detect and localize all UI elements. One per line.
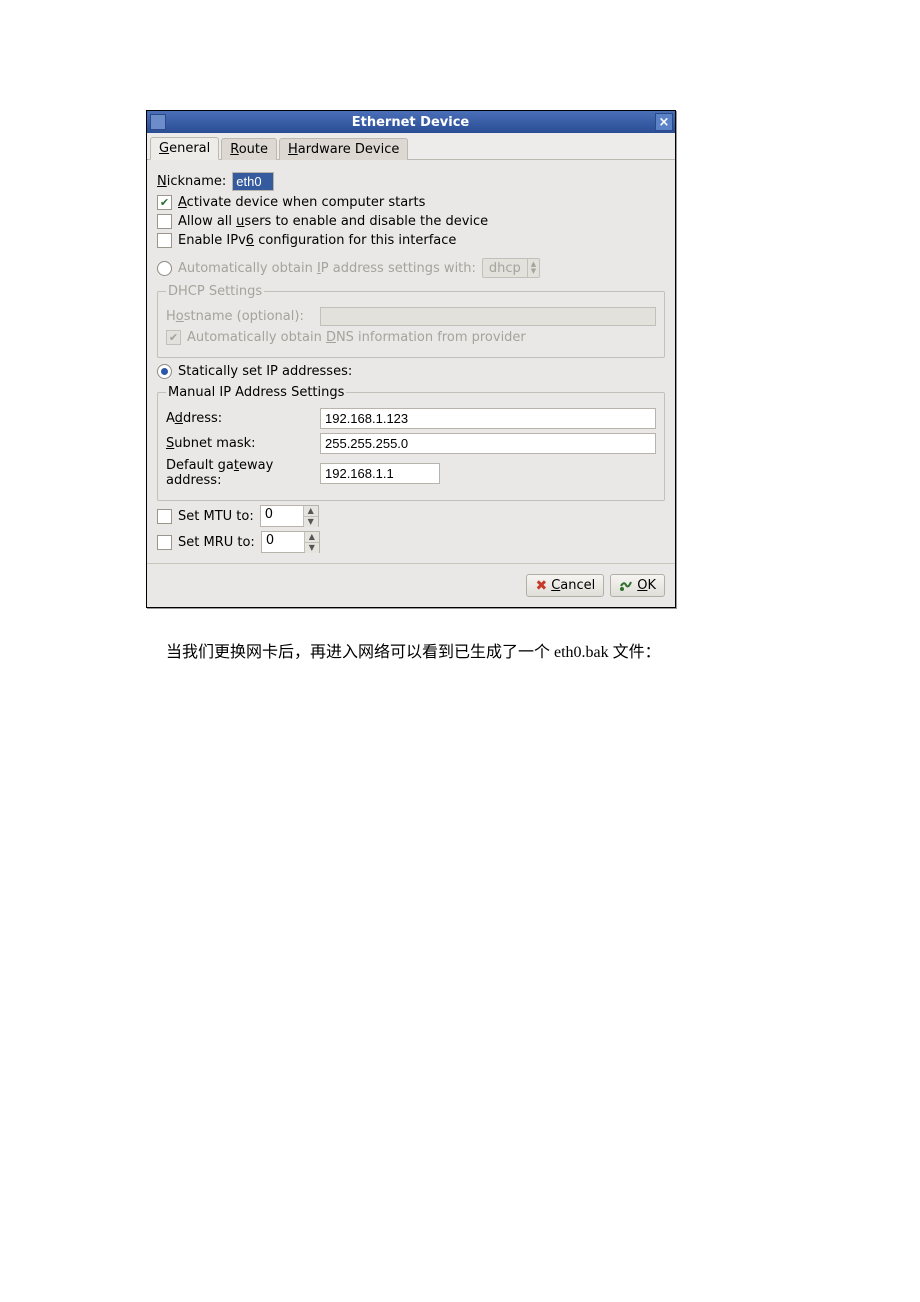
ethernet-device-dialog: Ethernet Device × General Route Hardware…	[146, 110, 676, 608]
app-icon	[150, 114, 166, 130]
address-input[interactable]	[320, 408, 656, 429]
down-arrow-icon[interactable]: ▼	[304, 517, 318, 527]
tab-hardware[interactable]: Hardware Device	[279, 138, 408, 160]
close-button[interactable]: ×	[655, 113, 673, 131]
ipv6-label: Enable IPv6 configuration for this inter…	[178, 233, 456, 248]
mru-label: Set MRU to:	[178, 535, 255, 550]
ok-icon	[619, 579, 633, 593]
auto-dns-label: Automatically obtain DNS information fro…	[187, 330, 526, 345]
subnet-label: Subnet mask:	[166, 436, 320, 451]
hostname-input	[320, 307, 656, 326]
caption-text: 当我们更换网卡后，再进入网络可以看到已生成了一个 eth0.bak 文件：	[166, 638, 774, 662]
ip-auto-radio[interactable]	[157, 261, 172, 276]
down-arrow-icon[interactable]: ▼	[305, 543, 319, 553]
cancel-icon: ✖	[535, 579, 547, 593]
titlebar: Ethernet Device ×	[147, 111, 675, 133]
nickname-label: Nickname:	[157, 174, 226, 189]
allow-users-label: Allow all users to enable and disable th…	[178, 214, 488, 229]
up-arrow-icon[interactable]: ▲	[305, 532, 319, 543]
window-title: Ethernet Device	[166, 115, 655, 130]
auto-dns-checkbox: ✔	[166, 330, 181, 345]
gateway-input[interactable]	[320, 463, 440, 484]
hostname-label: Hostname (optional):	[166, 309, 320, 324]
allow-users-checkbox[interactable]	[157, 214, 172, 229]
mru-spinbox[interactable]: 0 ▲▼	[261, 531, 320, 553]
mru-checkbox[interactable]	[157, 535, 172, 550]
button-bar: ✖ Cancel OK	[147, 563, 675, 607]
dhcp-method-select: dhcp ▲▼	[482, 258, 540, 278]
ok-button[interactable]: OK	[610, 574, 665, 597]
nickname-input[interactable]	[232, 172, 274, 191]
mtu-checkbox[interactable]	[157, 509, 172, 524]
manual-ip-group: Manual IP Address Settings Address: Subn…	[157, 385, 665, 501]
activate-checkbox[interactable]: ✔	[157, 195, 172, 210]
tab-body-general: Nickname: ✔ Activate device when compute…	[147, 160, 675, 563]
updown-icon: ▲▼	[528, 261, 539, 275]
ip-static-label: Statically set IP addresses:	[178, 364, 352, 379]
ipv6-checkbox[interactable]	[157, 233, 172, 248]
address-label: Address:	[166, 411, 320, 426]
tabs: General Route Hardware Device	[147, 133, 675, 160]
ip-auto-label: Automatically obtain IP address settings…	[178, 261, 476, 276]
up-arrow-icon[interactable]: ▲	[304, 506, 318, 517]
cancel-button[interactable]: ✖ Cancel	[526, 574, 604, 597]
tab-route[interactable]: Route	[221, 138, 277, 160]
mtu-spinbox[interactable]: 0 ▲▼	[260, 505, 319, 527]
mtu-label: Set MTU to:	[178, 509, 254, 524]
activate-label: Activate device when computer starts	[178, 195, 425, 210]
subnet-input[interactable]	[320, 433, 656, 454]
dhcp-settings-group: DHCP Settings Hostname (optional): ✔ Aut…	[157, 284, 665, 358]
gateway-label: Default gateway address:	[166, 458, 320, 488]
ip-static-radio[interactable]	[157, 364, 172, 379]
manual-legend: Manual IP Address Settings	[166, 385, 346, 400]
tab-general[interactable]: General	[150, 137, 219, 160]
dhcp-legend: DHCP Settings	[166, 284, 264, 299]
